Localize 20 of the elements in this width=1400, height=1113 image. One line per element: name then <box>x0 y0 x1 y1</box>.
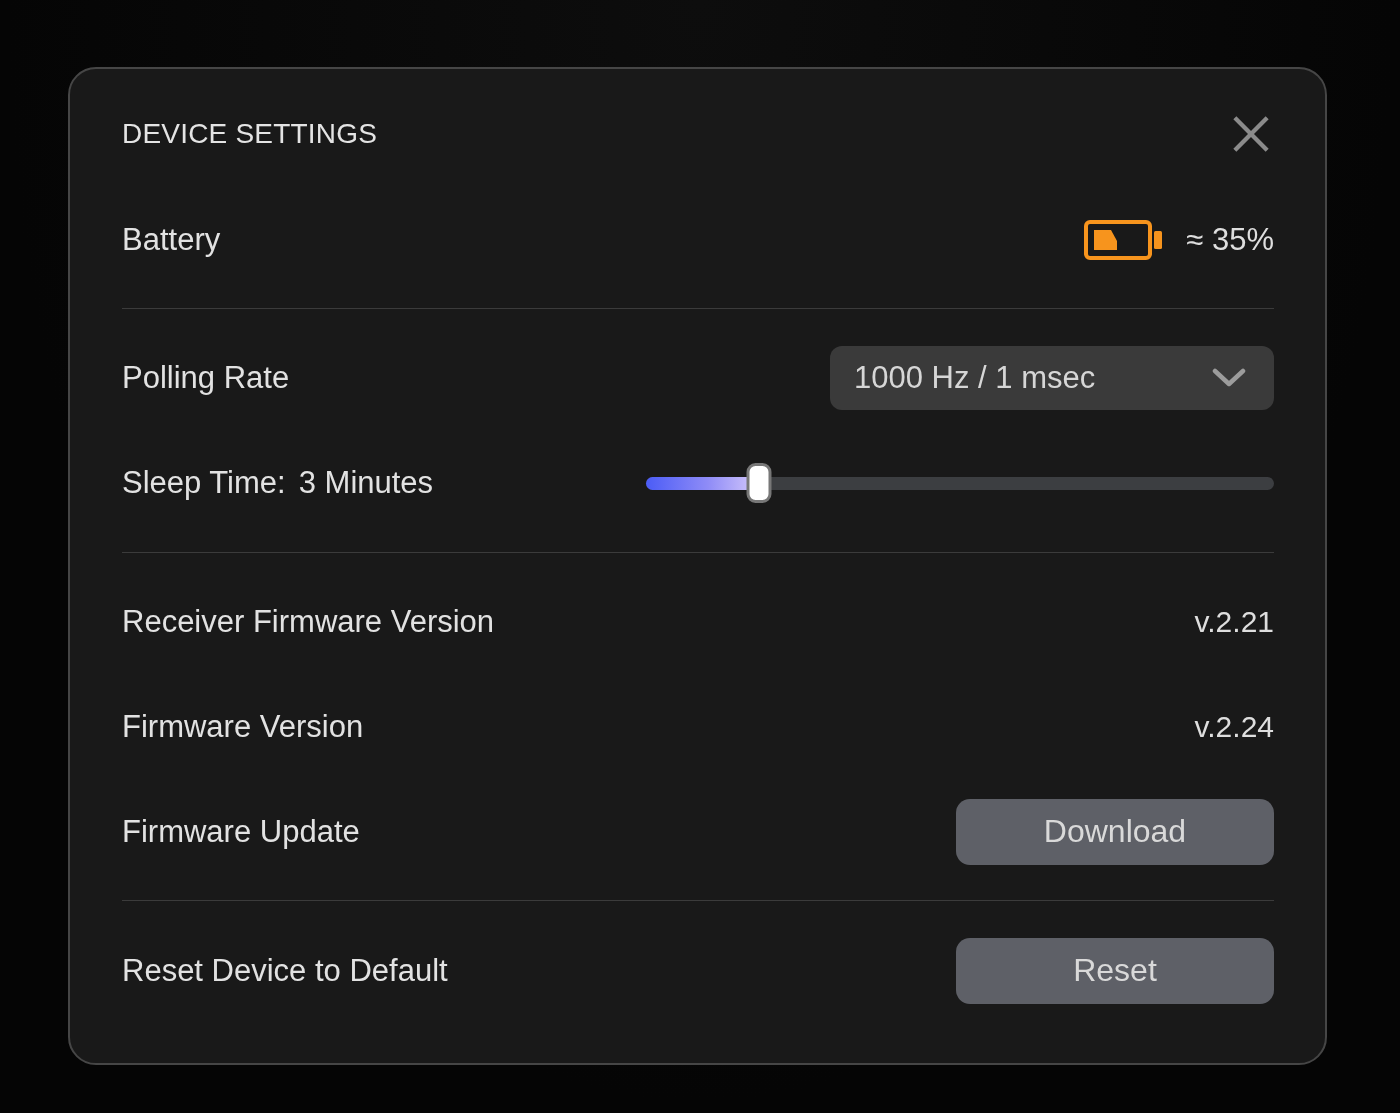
action-button[interactable]: Reset <box>956 937 1274 1004</box>
setting-label: Sleep Time: <box>122 465 286 502</box>
polling-rate-dropdown[interactable]: 1000 Hz / 1 msec <box>830 346 1274 411</box>
close-icon[interactable] <box>1232 115 1270 153</box>
setting-label: Reset Device to Default <box>122 952 448 989</box>
version-text: v.2.21 <box>1194 604 1274 639</box>
battery-icon <box>1084 219 1163 260</box>
battery-level-text: ≈ 35% <box>1186 221 1274 258</box>
slider-thumb[interactable] <box>746 463 772 504</box>
setting-label: Receiver Firmware Version <box>122 603 495 640</box>
setting-label: Polling Rate <box>122 360 290 397</box>
chevron-down-icon <box>1212 368 1246 389</box>
slider-track[interactable] <box>646 463 1274 504</box>
dialog-title: DEVICE SETTINGS <box>122 118 378 150</box>
setting-label: Battery <box>122 221 221 258</box>
action-button[interactable]: Download <box>956 798 1274 865</box>
version-text: v.2.24 <box>1194 709 1274 744</box>
setting-label: Firmware Update <box>122 813 360 850</box>
setting-reading: 3 Minutes <box>298 465 434 502</box>
setting-label: Firmware Version <box>122 708 364 745</box>
